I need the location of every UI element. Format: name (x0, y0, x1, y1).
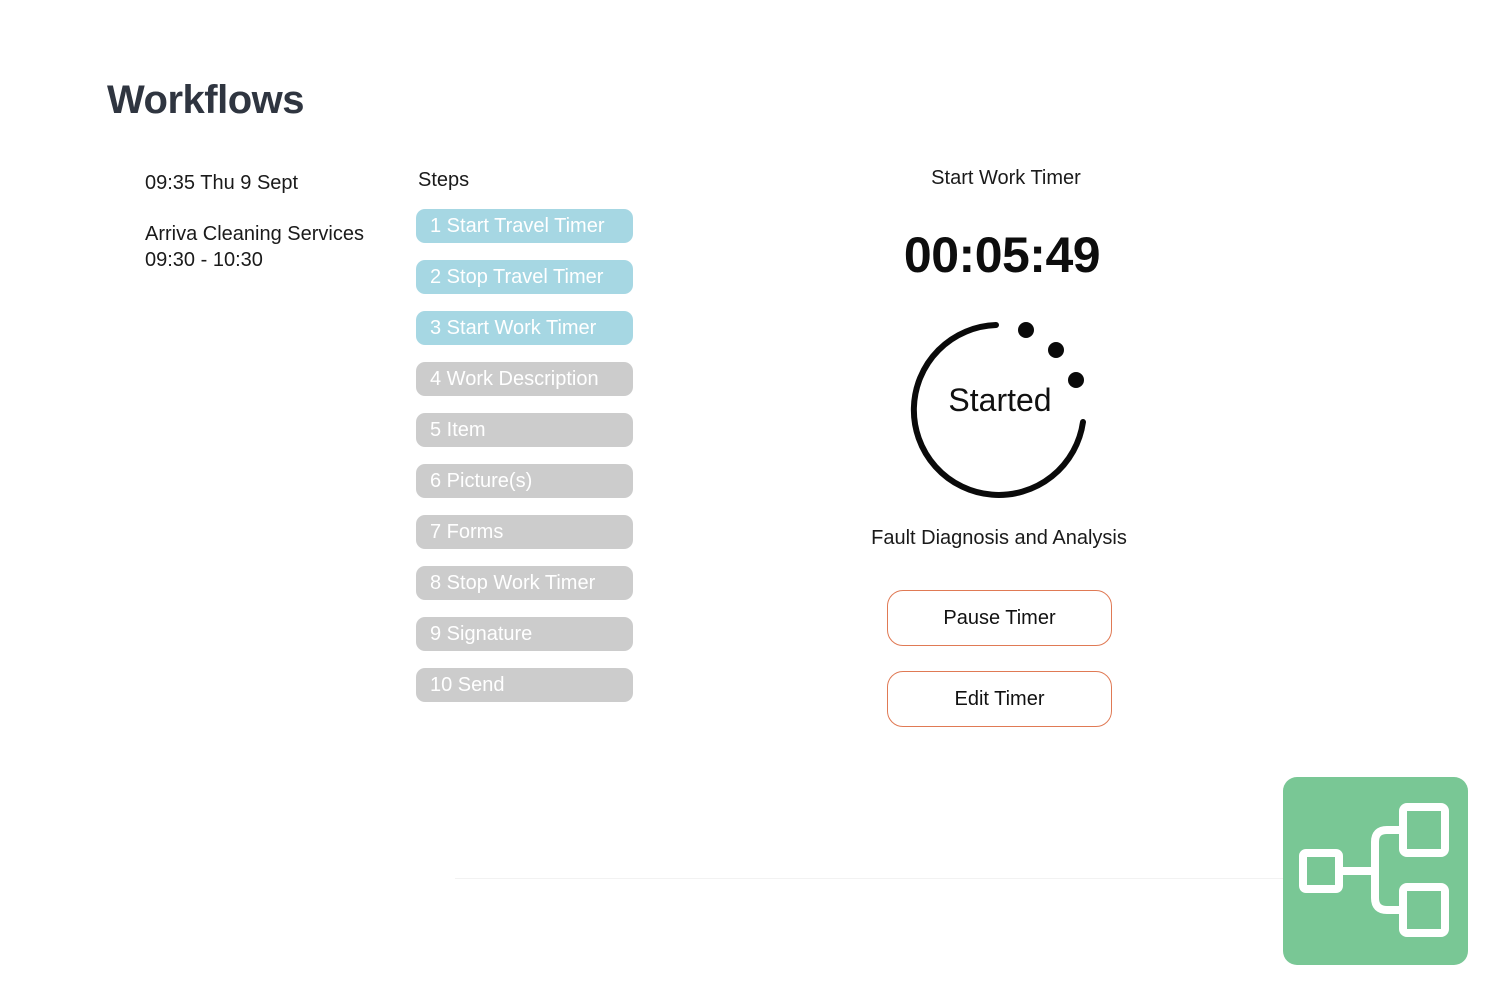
step-item-8[interactable]: 8 Stop Work Timer (416, 566, 633, 600)
timer-title: Start Work Timer (931, 167, 1081, 189)
pause-timer-button[interactable]: Pause Timer (887, 590, 1112, 646)
timer-elapsed: 00:05:49 (903, 227, 1101, 283)
step-item-2[interactable]: 2 Stop Travel Timer (416, 260, 633, 294)
edit-timer-button[interactable]: Edit Timer (887, 671, 1112, 727)
step-item-4[interactable]: 4 Work Description (416, 362, 633, 396)
task-name: Fault Diagnosis and Analysis (871, 527, 1127, 549)
divider (455, 878, 1285, 879)
workflow-diagram-icon (1283, 777, 1468, 965)
step-item-9[interactable]: 9 Signature (416, 617, 633, 651)
step-item-1[interactable]: 1 Start Travel Timer (416, 209, 633, 243)
job-details: Arriva Cleaning Services 09:30 - 10:30 (145, 221, 364, 273)
job-time-window: 09:30 - 10:30 (145, 249, 263, 271)
step-item-6[interactable]: 6 Picture(s) (416, 464, 633, 498)
steps-list: 1 Start Travel Timer 2 Stop Travel Timer 3… (416, 209, 636, 719)
timer-state-label: Started (948, 382, 1052, 418)
job-client: Arriva Cleaning Services (145, 223, 364, 245)
steps-heading: Steps (418, 169, 470, 191)
job-datetime: 09:35 Thu 9 Sept (145, 172, 299, 194)
step-item-5[interactable]: 5 Item (416, 413, 633, 447)
step-item-3[interactable]: 3 Start Work Timer (416, 311, 633, 345)
step-item-10[interactable]: 10 Send (416, 668, 633, 702)
step-item-7[interactable]: 7 Forms (416, 515, 633, 549)
page-title: Workflows (107, 78, 305, 122)
workflows-page: Workflows 09:35 Thu 9 Sept Arriva Cleani… (0, 0, 1500, 1000)
